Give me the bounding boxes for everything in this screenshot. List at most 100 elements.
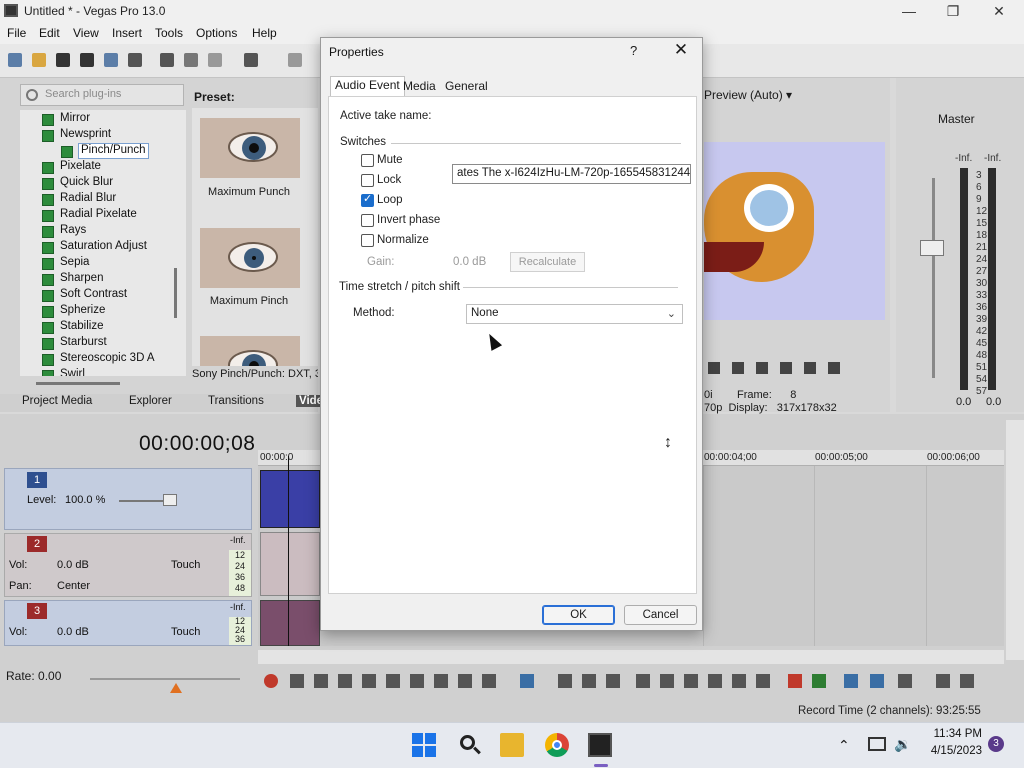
snapping-icon[interactable] <box>844 674 858 688</box>
lock-envelopes-icon[interactable] <box>936 674 950 688</box>
prev-frame-icon[interactable] <box>458 674 472 688</box>
master-fader[interactable] <box>920 240 944 256</box>
menu-insert[interactable]: Insert <box>112 26 142 40</box>
ok-button[interactable]: OK <box>542 605 615 625</box>
open-icon[interactable] <box>32 53 46 67</box>
auto-crossfade-icon[interactable] <box>870 674 884 688</box>
invert-phase-checkbox[interactable] <box>361 214 374 227</box>
tree-item[interactable]: Mirror <box>42 112 90 128</box>
tree-hscrollbar[interactable] <box>36 382 120 385</box>
clock-date[interactable]: 4/15/2023 <box>926 745 982 757</box>
timeline-vscrollbar[interactable] <box>1006 420 1024 660</box>
tree-item[interactable]: Starburst <box>42 336 107 352</box>
next-frame-icon[interactable] <box>482 674 496 688</box>
stop-icon[interactable] <box>386 674 400 688</box>
envelope-tool-icon[interactable] <box>558 674 572 688</box>
play-from-start-icon[interactable] <box>314 674 328 688</box>
file-explorer-icon[interactable] <box>500 733 524 757</box>
pause-icon[interactable] <box>708 362 720 374</box>
tab-transitions[interactable]: Transitions <box>208 395 264 407</box>
track-header-audio-2[interactable]: 2 Vol: 0.0 dB Pan: Center Touch -Inf. 12… <box>4 533 252 597</box>
render-icon[interactable] <box>104 53 118 67</box>
tab-project-media[interactable]: Project Media <box>22 395 92 407</box>
trim-icon[interactable] <box>660 674 674 688</box>
tab-general[interactable]: General <box>441 78 492 96</box>
split-icon[interactable] <box>732 674 746 688</box>
ignore-grouping-icon[interactable] <box>960 674 974 688</box>
cut-icon[interactable] <box>160 53 174 67</box>
prev-frame-icon[interactable] <box>756 362 768 374</box>
close-button[interactable]: ✕ <box>976 0 1022 22</box>
chrome-icon[interactable] <box>545 733 569 757</box>
go-to-start-icon[interactable] <box>410 674 424 688</box>
save-icon[interactable] <box>56 53 70 67</box>
loop-checkbox[interactable] <box>361 192 374 207</box>
save-as-icon[interactable] <box>80 53 94 67</box>
automation-mode[interactable]: Touch <box>171 559 200 571</box>
minimize-button[interactable]: — <box>886 0 932 22</box>
tree-item[interactable]: Rays <box>42 224 86 240</box>
notification-badge[interactable]: 3 <box>988 736 1004 752</box>
tree-item[interactable]: Sepia <box>42 256 89 272</box>
rewind-icon[interactable] <box>804 362 816 374</box>
tree-item[interactable]: Newsprint <box>42 128 111 144</box>
restore-button[interactable]: ❐ <box>930 0 976 22</box>
search-input[interactable]: Search plug-ins <box>20 84 184 106</box>
tab-media[interactable]: Media <box>399 78 440 96</box>
audio-event[interactable] <box>260 600 320 646</box>
active-take-name-field[interactable]: ates The x-I624IzHu-LM-720p-165545831244… <box>452 164 691 184</box>
track-header-video[interactable]: 1 Level: 100.0 % <box>4 468 252 530</box>
copy-icon[interactable] <box>184 53 198 67</box>
region-icon[interactable] <box>812 674 826 688</box>
tree-item[interactable]: Sharpen <box>42 272 103 288</box>
preview-quality-select[interactable]: Preview (Auto) ▾ <box>704 88 792 102</box>
menu-options[interactable]: Options <box>196 26 237 40</box>
network-icon[interactable] <box>868 737 886 751</box>
auto-ripple-icon[interactable] <box>898 674 912 688</box>
tree-scrollbar[interactable] <box>174 268 177 318</box>
tab-explorer[interactable]: Explorer <box>129 395 172 407</box>
menu-view[interactable]: View <box>73 26 99 40</box>
tree-item[interactable]: Swirl <box>42 368 85 376</box>
record-icon[interactable] <box>264 674 278 688</box>
video-event[interactable] <box>260 470 320 528</box>
playhead-cursor[interactable] <box>288 456 289 646</box>
vegas-taskbar-icon[interactable] <box>588 733 612 757</box>
level-slider[interactable] <box>163 494 177 506</box>
paste-icon[interactable] <box>208 53 222 67</box>
tab-audio-event[interactable]: Audio Event <box>330 76 405 96</box>
preset-thumbnail[interactable] <box>200 118 300 178</box>
tree-item[interactable]: Quick Blur <box>42 176 113 192</box>
cancel-button[interactable]: Cancel <box>624 605 697 625</box>
tree-item[interactable]: Pixelate <box>42 160 101 176</box>
mute-checkbox[interactable] <box>361 154 374 167</box>
close-icon[interactable]: ✕ <box>671 40 691 60</box>
rate-slider-thumb[interactable] <box>170 683 182 693</box>
recalculate-button[interactable]: Recalculate <box>510 252 585 272</box>
undo-icon[interactable] <box>244 53 258 67</box>
new-icon[interactable] <box>8 53 22 67</box>
timeline-hscrollbar[interactable] <box>258 650 1004 664</box>
chevron-up-icon[interactable]: ⌃ <box>838 737 850 754</box>
preset-thumbnail[interactable] <box>200 228 300 288</box>
menu-tools[interactable]: Tools <box>155 26 183 40</box>
trim-end-icon[interactable] <box>708 674 722 688</box>
normal-edit-tool-icon[interactable] <box>520 674 534 688</box>
tree-item[interactable]: Spherize <box>42 304 105 320</box>
delete-icon[interactable] <box>636 674 650 688</box>
tree-item[interactable]: Stereoscopic 3D A <box>42 352 155 368</box>
clock-time[interactable]: 11:34 PM <box>926 728 982 740</box>
redo-icon[interactable] <box>288 53 302 67</box>
menu-file[interactable]: File <box>7 26 26 40</box>
marker-icon[interactable] <box>788 674 802 688</box>
loop-playback-icon[interactable] <box>290 674 304 688</box>
volume-icon[interactable]: 🔉 <box>894 736 911 753</box>
normalize-checkbox[interactable] <box>361 234 374 247</box>
properties-icon[interactable] <box>128 53 142 67</box>
play-icon[interactable] <box>338 674 352 688</box>
zoom-tool-icon[interactable] <box>606 674 620 688</box>
method-dropdown[interactable]: None ⌄ <box>466 304 683 324</box>
track-header-audio-3[interactable]: 3 Vol: 0.0 dB Touch -Inf. 12 24 36 <box>4 600 252 646</box>
windows-start-icon[interactable] <box>412 733 436 757</box>
menu-edit[interactable]: Edit <box>39 26 60 40</box>
